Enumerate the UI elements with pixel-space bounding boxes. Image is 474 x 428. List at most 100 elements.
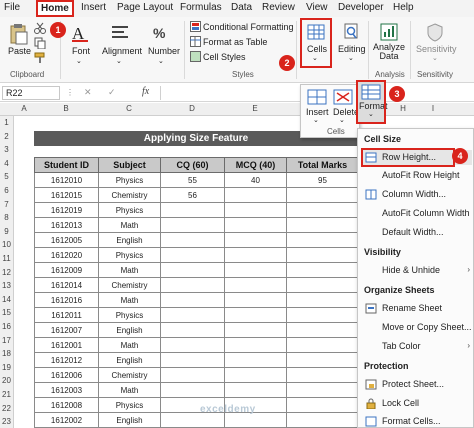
row-header[interactable]: 7 (0, 197, 14, 212)
table-cell[interactable]: Physics (98, 307, 161, 323)
alignment-icon[interactable] (110, 24, 130, 42)
table-cell[interactable] (286, 337, 359, 353)
table-cell[interactable] (286, 307, 359, 323)
table-cell[interactable]: 1612007 (34, 322, 99, 338)
table-cell[interactable] (224, 382, 287, 398)
formula-input[interactable] (160, 86, 300, 100)
table-cell[interactable]: 1612011 (34, 307, 99, 323)
column-header[interactable]: E (224, 104, 286, 113)
table-cell[interactable] (160, 382, 225, 398)
cut-icon[interactable] (34, 22, 46, 34)
number-label[interactable]: Number (148, 46, 180, 56)
table-cell[interactable]: 1612006 (34, 367, 99, 383)
sensitivity-dropdown-icon[interactable]: ⌄ (432, 54, 438, 62)
row-header[interactable]: 1 (0, 116, 14, 130)
table-cell[interactable] (160, 307, 225, 323)
table-cell[interactable]: 56 (160, 187, 225, 203)
row-header[interactable]: 3 (0, 143, 14, 157)
menu-developer[interactable]: Developer (338, 2, 384, 13)
menu-data[interactable]: Data (231, 2, 252, 13)
table-cell[interactable] (224, 262, 287, 278)
lock-cell-item[interactable]: Lock Cell (362, 396, 472, 411)
row-header[interactable]: 20 (0, 374, 14, 388)
table-cell[interactable] (286, 187, 359, 203)
table-cell[interactable] (286, 367, 359, 383)
editing-label[interactable]: Editing (338, 44, 366, 54)
analyze-data-label[interactable]: Analyze Data (373, 43, 405, 61)
table-cell[interactable]: 1612015 (34, 187, 99, 203)
table-cell[interactable] (286, 412, 359, 428)
rename-sheet-item[interactable]: Rename Sheet (362, 301, 472, 316)
row-header[interactable]: 6 (0, 184, 14, 198)
row-header[interactable]: 13 (0, 279, 14, 293)
table-cell[interactable] (224, 277, 287, 293)
cancel-entry-icon[interactable]: ✕ (84, 87, 92, 98)
table-cell[interactable] (286, 292, 359, 308)
format-cells-item[interactable]: Format Cells... (362, 414, 472, 428)
autofit-column-width-item[interactable]: AutoFit Column Width (362, 206, 472, 221)
column-width-item[interactable]: Column Width... (362, 187, 472, 202)
font-label[interactable]: Font (72, 46, 90, 56)
table-cell[interactable] (160, 277, 225, 293)
table-cell[interactable] (286, 382, 359, 398)
table-cell[interactable]: Physics (98, 202, 161, 218)
table-cell[interactable] (160, 337, 225, 353)
table-cell[interactable]: 1612008 (34, 397, 99, 413)
column-header[interactable]: I (418, 104, 448, 113)
default-width-item[interactable]: Default Width... (362, 225, 472, 240)
hide-unhide-item[interactable]: Hide & Unhide › (362, 263, 472, 278)
name-box[interactable]: R22 (2, 86, 60, 100)
editing-icon[interactable] (341, 22, 361, 42)
row-header[interactable]: 22 (0, 401, 14, 416)
copy-icon[interactable] (34, 37, 46, 49)
table-cell[interactable]: Math (98, 217, 161, 233)
menu-view[interactable]: View (306, 2, 328, 13)
row-header[interactable]: 16 (0, 320, 14, 334)
table-cell[interactable]: 1612016 (34, 292, 99, 308)
table-cell[interactable] (286, 262, 359, 278)
table-cell[interactable]: Physics (98, 247, 161, 263)
table-cell[interactable] (286, 232, 359, 248)
table-cell[interactable]: 40 (224, 172, 287, 188)
table-cell[interactable]: Math (98, 262, 161, 278)
table-cell[interactable] (224, 307, 287, 323)
editing-dropdown-icon[interactable]: ⌄ (348, 54, 354, 62)
menu-page-layout[interactable]: Page Layout (117, 2, 173, 13)
row-header[interactable]: 8 (0, 211, 14, 225)
fx-icon[interactable]: fx (142, 86, 149, 97)
cell-styles-icon[interactable] (190, 51, 201, 62)
menu-file[interactable]: File (4, 2, 20, 13)
table-cell[interactable] (160, 262, 225, 278)
delete-cells-icon[interactable] (333, 89, 353, 105)
row-header[interactable]: 4 (0, 156, 14, 171)
table-cell[interactable] (160, 322, 225, 338)
font-icon[interactable]: A (70, 23, 90, 43)
header-total-marks[interactable]: Total Marks (286, 157, 359, 173)
table-cell[interactable]: English (98, 232, 161, 248)
menu-help[interactable]: Help (393, 2, 414, 13)
cells-dropdown-icon[interactable]: ⌄ (312, 54, 318, 62)
table-cell[interactable]: 1612012 (34, 352, 99, 368)
table-cell[interactable] (286, 322, 359, 338)
table-cell[interactable]: Chemistry (98, 187, 161, 203)
table-cell[interactable] (286, 217, 359, 233)
table-cell[interactable]: English (98, 412, 161, 428)
row-header[interactable]: 23 (0, 415, 14, 428)
table-cell[interactable]: 1612013 (34, 217, 99, 233)
menu-home[interactable]: Home (36, 0, 74, 17)
header-cq[interactable]: CQ (60) (160, 157, 225, 173)
menu-formulas[interactable]: Formulas (180, 2, 222, 13)
sensitivity-icon[interactable] (425, 22, 445, 42)
table-cell[interactable] (224, 292, 287, 308)
table-cell[interactable] (224, 232, 287, 248)
table-cell[interactable] (160, 247, 225, 263)
row-header[interactable]: 19 (0, 360, 14, 375)
table-cell[interactable]: Physics (98, 172, 161, 188)
insert-dropdown-icon[interactable]: ⌄ (313, 116, 319, 124)
table-cell[interactable] (224, 322, 287, 338)
number-icon[interactable]: % (152, 23, 172, 43)
format-painter-icon[interactable] (34, 52, 46, 64)
column-header[interactable]: H (388, 104, 418, 113)
table-cell[interactable] (160, 292, 225, 308)
paste-label[interactable]: Paste (8, 46, 31, 56)
